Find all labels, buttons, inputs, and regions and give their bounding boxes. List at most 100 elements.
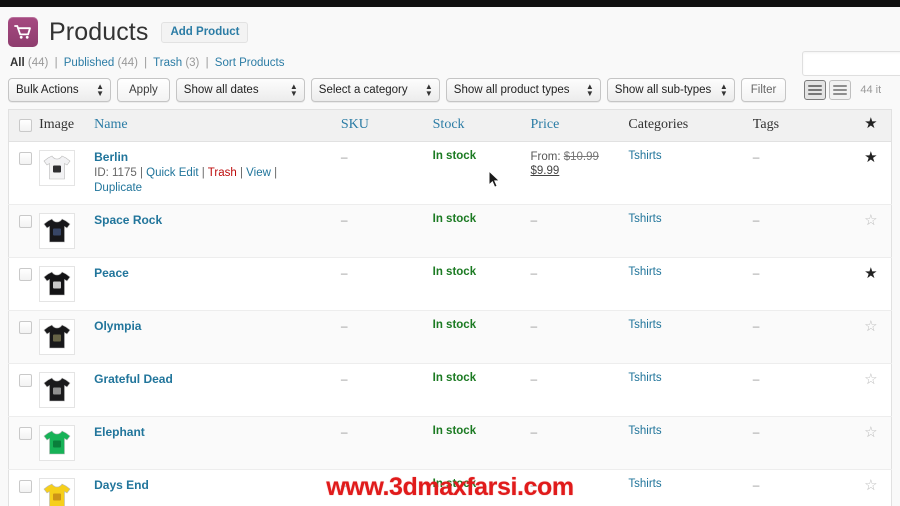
stock-status: In stock [432, 150, 477, 162]
product-featured-cell: ☆ [850, 469, 892, 506]
sku-value: – [340, 478, 348, 492]
star-outline-icon[interactable]: ☆ [864, 212, 877, 229]
filter-trash[interactable]: Trash [153, 57, 182, 69]
search-input[interactable] [802, 51, 900, 76]
product-stock-cell: In stock [432, 310, 531, 364]
quick-edit-link[interactable]: Quick Edit [146, 167, 198, 179]
star-filled-icon[interactable]: ★ [864, 149, 877, 166]
page-header: Products Add Product [8, 7, 892, 53]
product-sku-cell: – [340, 363, 433, 417]
category-link[interactable]: Tshirts [628, 319, 661, 331]
product-name-link[interactable]: Space Rock [94, 213, 162, 228]
column-header-price: Price [530, 109, 629, 142]
select-all-checkbox[interactable] [19, 118, 32, 132]
product-stock-cell: In stock [432, 257, 531, 311]
row-checkbox[interactable] [19, 215, 32, 228]
product-image-cell [39, 416, 95, 470]
filter-published[interactable]: Published [64, 57, 115, 69]
product-tags-cell: – [752, 469, 851, 506]
tags-value: – [752, 150, 760, 164]
product-image-cell [39, 141, 95, 205]
add-product-button[interactable]: Add Product [161, 22, 249, 43]
star-outline-icon[interactable]: ☆ [864, 477, 877, 494]
category-link[interactable]: Tshirts [628, 372, 661, 384]
bulk-actions-select[interactable]: Bulk Actions [8, 78, 111, 102]
row-checkbox[interactable] [19, 152, 32, 165]
sku-value: – [340, 319, 348, 333]
sort-by-sku-link[interactable]: SKU [341, 117, 369, 132]
column-header-name: Name [94, 109, 341, 142]
row-checkbox[interactable] [19, 374, 32, 387]
product-name-link[interactable]: Berlin [94, 150, 128, 165]
category-link[interactable]: Tshirts [628, 478, 661, 490]
product-name-link[interactable]: Grateful Dead [94, 372, 173, 387]
category-link[interactable]: Tshirts [628, 266, 661, 278]
duplicate-link[interactable]: Duplicate [94, 182, 142, 194]
product-featured-cell: ★ [850, 141, 892, 205]
tags-value: – [752, 425, 760, 439]
view-switcher [804, 80, 852, 100]
filter-trash-count: (3) [185, 57, 200, 69]
sub-type-filter-wrapper: Show all sub-types ▲ ▼ [606, 78, 735, 102]
sku-value: – [340, 150, 348, 164]
table-row: Olympia – In stock – Tshirts – ☆ [8, 310, 892, 364]
filter-button[interactable]: Filter [740, 78, 787, 102]
product-name-cell: Days End [94, 469, 341, 506]
stock-status: In stock [432, 478, 477, 490]
category-link[interactable]: Tshirts [628, 425, 661, 437]
sort-by-stock-link[interactable]: Stock [433, 117, 465, 132]
row-checkbox[interactable] [19, 480, 32, 493]
filter-all[interactable]: All [10, 57, 25, 69]
product-name-link[interactable]: Elephant [94, 425, 145, 440]
filter-all-count: (44) [27, 57, 49, 69]
action-separator: | [201, 167, 205, 179]
category-link[interactable]: Tshirts [628, 150, 661, 162]
product-type-filter-select[interactable]: Show all product types [445, 78, 601, 102]
sort-by-name-link[interactable]: Name [94, 117, 127, 132]
product-featured-cell: ☆ [850, 416, 892, 470]
sort-by-price-link[interactable]: Price [531, 117, 560, 132]
bulk-actions-wrapper: Bulk Actions ▲ ▼ [8, 78, 111, 102]
select-all-header [8, 109, 40, 142]
product-sku-cell: – [340, 416, 433, 470]
product-name-link[interactable]: Peace [94, 266, 129, 281]
row-checkbox[interactable] [19, 427, 32, 440]
dates-filter-select[interactable]: Show all dates [175, 78, 305, 102]
star-outline-icon[interactable]: ☆ [864, 371, 877, 388]
row-select-cell [8, 204, 40, 258]
product-stock-cell: In stock [432, 204, 531, 258]
product-sku-cell: – [340, 310, 433, 364]
sort-products-link[interactable]: Sort Products [215, 57, 285, 69]
product-name-cell: Grateful Dead [94, 363, 341, 417]
product-categories-cell: Tshirts [628, 416, 753, 470]
row-checkbox[interactable] [19, 268, 32, 281]
row-select-cell [8, 469, 40, 506]
star-outline-icon[interactable]: ☆ [864, 424, 877, 441]
apply-button[interactable]: Apply [117, 78, 170, 102]
search-box [802, 51, 900, 76]
category-link[interactable]: Tshirts [628, 213, 661, 225]
action-separator: | [274, 167, 278, 179]
view-link[interactable]: View [246, 167, 271, 179]
sub-type-filter-select[interactable]: Show all sub-types [606, 78, 735, 102]
product-name-link[interactable]: Days End [94, 478, 149, 493]
table-row: Berlin ID: 1175 | Quick Edit | Trash | Vi… [8, 141, 892, 205]
product-sku-cell: – [340, 204, 433, 258]
product-name-cell: Olympia [94, 310, 341, 364]
star-filled-icon: ★ [864, 116, 878, 132]
action-separator: | [139, 167, 143, 179]
trash-link[interactable]: Trash [208, 167, 237, 179]
excerpt-view-icon[interactable] [829, 80, 852, 100]
star-outline-icon[interactable]: ☆ [864, 318, 877, 335]
page-title: Products [49, 17, 149, 46]
row-select-cell [8, 363, 40, 417]
category-filter-select[interactable]: Select a category [310, 78, 440, 102]
product-sku-cell: – [340, 141, 433, 205]
product-name-link[interactable]: Olympia [94, 319, 141, 334]
list-view-icon[interactable] [804, 80, 827, 100]
row-checkbox[interactable] [19, 321, 32, 334]
product-tags-cell: – [752, 363, 851, 417]
product-type-filter-wrapper: Show all product types ▲ ▼ [445, 78, 601, 102]
price-value: – [530, 266, 538, 280]
star-filled-icon[interactable]: ★ [864, 265, 877, 282]
